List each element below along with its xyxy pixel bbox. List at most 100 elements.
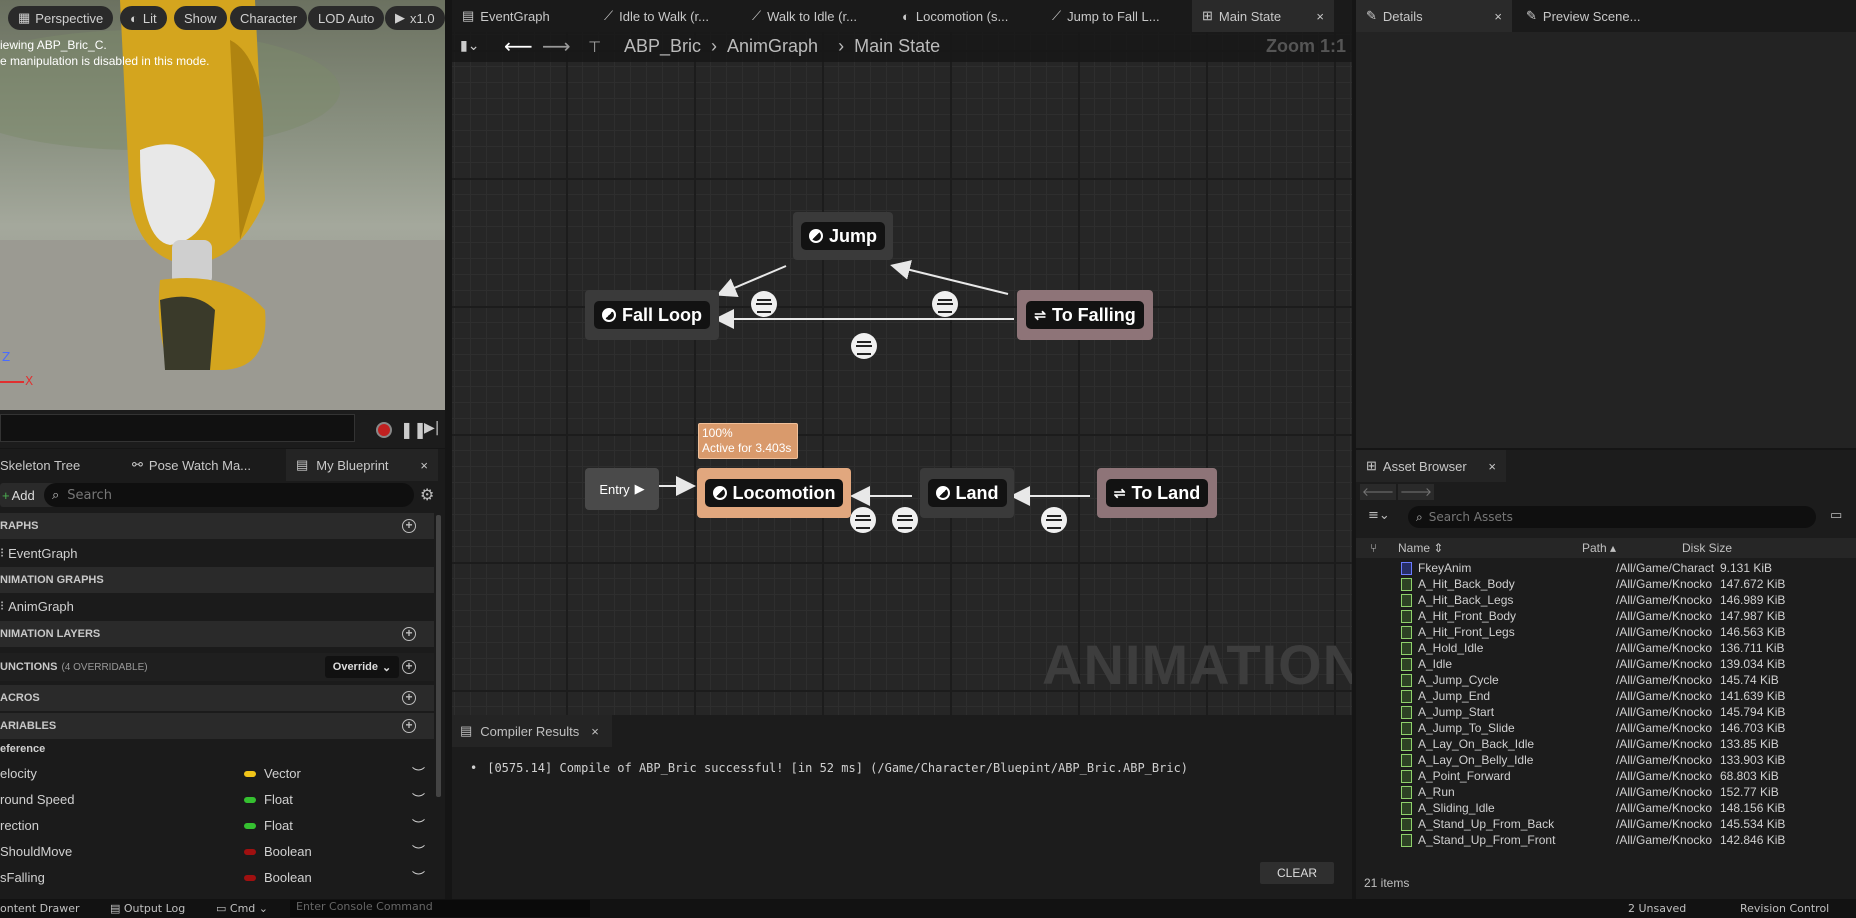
transition-rule-icon[interactable] bbox=[892, 507, 918, 533]
close-icon[interactable]: × bbox=[1494, 9, 1502, 24]
transition-rule-icon[interactable] bbox=[932, 291, 958, 317]
tab-pose-watch[interactable]: ⚯ Pose Watch Ma... bbox=[132, 449, 282, 481]
perspective-button[interactable]: ▦ Perspective bbox=[8, 6, 114, 30]
tab-asset-browser[interactable]: ⊞ Asset Browser × bbox=[1356, 450, 1506, 482]
asset-row[interactable]: A_Lay_On_Back_Idle/All/Game/Knocko 133.85… bbox=[1356, 736, 1856, 752]
add-layer-icon[interactable]: + bbox=[402, 627, 416, 641]
visibility-eye-icon[interactable]: ︶ bbox=[412, 789, 425, 808]
add-macro-icon[interactable]: + bbox=[402, 691, 416, 705]
asset-row[interactable]: A_Jump_To_Slide/All/Game/Knocko 146.703 K… bbox=[1356, 720, 1856, 736]
bookmark-icon[interactable]: ▮⌄ bbox=[460, 38, 479, 54]
state-node-land[interactable]: Land bbox=[920, 468, 1014, 518]
conduit-node-to-falling[interactable]: ⇌ To Falling bbox=[1017, 290, 1153, 340]
visibility-eye-icon[interactable]: ︶ bbox=[412, 763, 425, 782]
add-function-icon[interactable]: + bbox=[402, 660, 416, 674]
breadcrumb-blueprint[interactable]: ABP_Bric bbox=[624, 36, 701, 57]
record-button[interactable] bbox=[376, 422, 392, 438]
variable-row[interactable]: rection Float ︶ bbox=[0, 813, 434, 839]
close-icon[interactable]: × bbox=[1316, 9, 1324, 24]
variable-row[interactable]: elocity Vector ︶ bbox=[0, 761, 434, 787]
tab-idle-to-walk[interactable]: ⟋ Idle to Walk (r... bbox=[594, 0, 734, 32]
folder-icon[interactable]: ▭ bbox=[1830, 508, 1842, 523]
asset-row[interactable]: FkeyAnim/All/Game/Charact 9.131 KiB bbox=[1356, 560, 1856, 576]
add-graph-icon[interactable]: + bbox=[402, 519, 416, 533]
column-disk-size[interactable]: Disk Size bbox=[1682, 541, 1732, 555]
back-arrow-icon[interactable]: ⟵ bbox=[504, 34, 533, 58]
breadcrumb-main-state[interactable]: Main State bbox=[854, 36, 940, 57]
cmd-dropdown[interactable]: ▭ Cmd ⌄ bbox=[216, 902, 268, 915]
tab-walk-to-idle[interactable]: ⟋ Walk to Idle (r... bbox=[742, 0, 882, 32]
transition-rule-icon[interactable] bbox=[850, 507, 876, 533]
timeline-scrubber[interactable] bbox=[0, 414, 355, 442]
preview-viewport[interactable]: ▦ Perspective ◐ Lit Show Character LOD Aut… bbox=[0, 0, 445, 410]
graph-item-eventgraph[interactable]: ⁝ EventGraph bbox=[0, 540, 434, 566]
entry-node[interactable]: Entry ▶ bbox=[585, 468, 659, 510]
section-animation-graphs[interactable]: NIMATION GRAPHS bbox=[0, 567, 434, 593]
section-functions[interactable]: UNCTIONS (4 OVERRIDABLE) Override ⌄ + bbox=[0, 653, 434, 681]
history-back-button[interactable]: 🡐 bbox=[1360, 484, 1396, 500]
asset-row[interactable]: A_Jump_End/All/Game/Knocko 141.639 KiB bbox=[1356, 688, 1856, 704]
asset-row[interactable]: A_Point_Forward/All/Game/Knocko 68.803 Ki… bbox=[1356, 768, 1856, 784]
section-macros[interactable]: ACROS + bbox=[0, 685, 434, 711]
close-icon[interactable]: × bbox=[591, 724, 599, 739]
override-dropdown[interactable]: Override ⌄ bbox=[325, 656, 399, 678]
revision-control-button[interactable]: Revision Control bbox=[1740, 902, 1829, 915]
clear-button[interactable]: CLEAR bbox=[1260, 862, 1334, 884]
step-forward-button[interactable]: ▶| bbox=[424, 420, 439, 436]
tab-compiler-results[interactable]: ▤ Compiler Results × bbox=[452, 715, 612, 747]
transition-rule-icon[interactable] bbox=[1041, 507, 1067, 533]
variable-row[interactable]: round Speed Float ︶ bbox=[0, 787, 434, 813]
visibility-eye-icon[interactable]: ︶ bbox=[412, 815, 425, 834]
graph-canvas[interactable]: Jump Fall Loop ⇌ To Falling Entry ▶ 100% Ac… bbox=[452, 32, 1352, 715]
state-node-jump[interactable]: Jump bbox=[793, 212, 893, 260]
asset-row[interactable]: A_Idle/All/Game/Knocko 139.034 KiB bbox=[1356, 656, 1856, 672]
search-input[interactable]: ⌕ Search bbox=[44, 483, 414, 507]
search-assets-input[interactable]: ⌕ Search Assets bbox=[1408, 506, 1816, 528]
unsaved-indicator[interactable]: 2 Unsaved bbox=[1628, 902, 1686, 915]
section-graphs[interactable]: RAPHS + bbox=[0, 513, 434, 539]
console-input[interactable]: Enter Console Command bbox=[290, 900, 590, 917]
asset-row[interactable]: A_Hit_Back_Legs/All/Game/Knocko 146.989 K… bbox=[1356, 592, 1856, 608]
asset-row[interactable]: A_Lay_On_Belly_Idle/All/Game/Knocko 133.9… bbox=[1356, 752, 1856, 768]
column-path[interactable]: Path ▴ bbox=[1582, 541, 1616, 555]
column-options-icon[interactable]: ⑂ bbox=[1370, 541, 1377, 555]
breadcrumb-animgraph[interactable]: AnimGraph bbox=[727, 36, 818, 57]
asset-row[interactable]: A_Jump_Cycle/All/Game/Knocko 145.74 KiB bbox=[1356, 672, 1856, 688]
asset-row[interactable]: A_Stand_Up_From_Back/All/Game/Knocko 145.… bbox=[1356, 816, 1856, 832]
scrollbar[interactable] bbox=[436, 515, 441, 797]
asset-row[interactable]: A_Hold_Idle/All/Game/Knocko 136.711 KiB bbox=[1356, 640, 1856, 656]
show-button[interactable]: Show bbox=[174, 6, 227, 30]
add-variable-icon[interactable]: + bbox=[402, 719, 416, 733]
tab-my-blueprint[interactable]: ▤ My Blueprint × bbox=[286, 449, 438, 481]
playback-speed-button[interactable]: ▶ x1.0 bbox=[385, 6, 445, 30]
tab-skeleton-tree[interactable]: Skeleton Tree bbox=[0, 449, 120, 481]
section-animation-layers[interactable]: NIMATION LAYERS + bbox=[0, 621, 434, 647]
variable-row[interactable]: sFalling Boolean ︶ bbox=[0, 865, 434, 891]
column-name[interactable]: Name ⇕ bbox=[1398, 541, 1443, 555]
tab-main-state[interactable]: ⊞ Main State × bbox=[1192, 0, 1334, 32]
output-log-button[interactable]: ▤ Output Log bbox=[110, 902, 185, 915]
history-forward-button[interactable]: 🡒 bbox=[1398, 484, 1434, 500]
asset-row[interactable]: A_Sliding_Idle/All/Game/Knocko 148.156 Ki… bbox=[1356, 800, 1856, 816]
tab-jump-to-fall[interactable]: ⟋ Jump to Fall L... bbox=[1042, 0, 1182, 32]
filter-icon[interactable]: ≡⌄ bbox=[1368, 508, 1390, 523]
lit-button[interactable]: ◐ Lit bbox=[120, 6, 167, 30]
transition-rule-icon[interactable] bbox=[851, 333, 877, 359]
visibility-eye-icon[interactable]: ︶ bbox=[412, 841, 425, 860]
tab-eventgraph[interactable]: ▤ EventGraph bbox=[452, 0, 588, 32]
asset-row[interactable]: A_Hit_Front_Legs/All/Game/Knocko 146.563 … bbox=[1356, 624, 1856, 640]
lod-button[interactable]: LOD Auto bbox=[308, 6, 385, 30]
state-node-locomotion[interactable]: Locomotion bbox=[697, 468, 851, 518]
tab-details[interactable]: ✎ Details × bbox=[1356, 0, 1512, 32]
graph-item-animgraph[interactable]: ⁝ AnimGraph bbox=[0, 593, 434, 619]
variable-row[interactable]: ShouldMove Boolean ︶ bbox=[0, 839, 434, 865]
close-icon[interactable]: × bbox=[1488, 459, 1496, 474]
settings-gear-icon[interactable]: ⚙ bbox=[420, 485, 434, 504]
close-icon[interactable]: × bbox=[420, 458, 428, 473]
tab-locomotion[interactable]: ◐ Locomotion (s... bbox=[892, 0, 1032, 32]
state-node-fall-loop[interactable]: Fall Loop bbox=[585, 290, 719, 340]
content-drawer-button[interactable]: ontent Drawer bbox=[0, 902, 80, 915]
asset-row[interactable]: A_Run/All/Game/Knocko 152.77 KiB bbox=[1356, 784, 1856, 800]
asset-row[interactable]: A_Jump_Start/All/Game/Knocko 145.794 KiB bbox=[1356, 704, 1856, 720]
conduit-node-to-land[interactable]: ⇌ To Land bbox=[1097, 468, 1217, 518]
